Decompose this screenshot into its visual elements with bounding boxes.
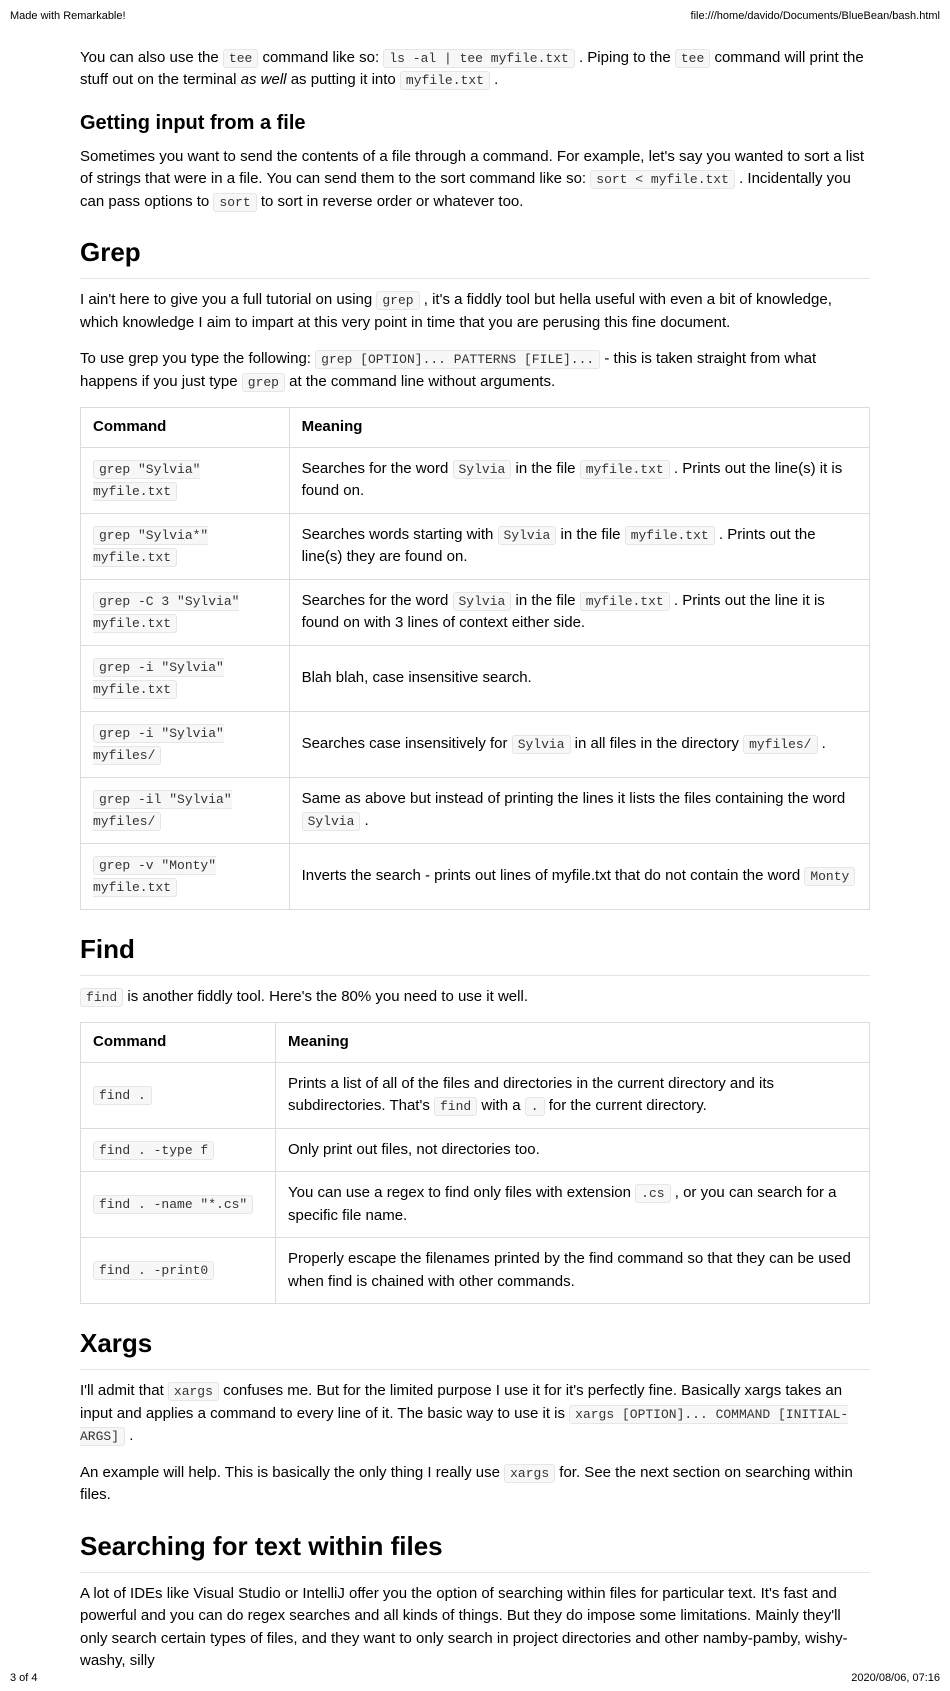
inline-code: Sylvia <box>302 812 361 831</box>
cell-command: grep -v "Monty" myfile.txt <box>81 843 290 909</box>
cell-meaning: Prints a list of all of the files and di… <box>276 1062 870 1128</box>
header-left: Made with Remarkable! <box>10 8 126 25</box>
cell-command: find . -name "*.cs" <box>81 1172 276 1238</box>
command-code: grep "Sylvia*" myfile.txt <box>93 526 208 568</box>
code-grep: grep <box>376 291 419 310</box>
grep-p2: To use grep you type the following: grep… <box>80 348 870 393</box>
code-grep-usage: grep [OPTION]... PATTERNS [FILE]... <box>315 350 600 369</box>
inline-code: Sylvia <box>453 592 512 611</box>
inline-code: . <box>525 1097 545 1116</box>
command-code: grep -C 3 "Sylvia" myfile.txt <box>93 592 239 634</box>
grep-p1: I ain't here to give you a full tutorial… <box>80 289 870 334</box>
inline-code: .cs <box>635 1184 670 1203</box>
inline-code: Sylvia <box>453 460 512 479</box>
input-file-paragraph: Sometimes you want to send the contents … <box>80 146 870 214</box>
inline-code: Sylvia <box>512 735 571 754</box>
cell-command: find . -type f <box>81 1128 276 1172</box>
table-row: grep -i "Sylvia" myfiles/Searches case i… <box>81 711 870 777</box>
command-code: find . -type f <box>93 1141 214 1160</box>
inline-code: find <box>434 1097 477 1116</box>
table-row: grep -il "Sylvia" myfiles/Same as above … <box>81 777 870 843</box>
heading-find: Find <box>80 930 870 976</box>
code-xargs-2: xargs <box>504 1464 555 1483</box>
cell-command: grep "Sylvia" myfile.txt <box>81 447 290 513</box>
cell-meaning: Inverts the search - prints out lines of… <box>289 843 869 909</box>
find-table: Command Meaning find .Prints a list of a… <box>80 1022 870 1304</box>
heading-grep: Grep <box>80 233 870 279</box>
table-row: grep -i "Sylvia" myfile.txt Blah blah, ca… <box>81 645 870 711</box>
table-row: find . -name "*.cs" You can use a regex t… <box>81 1172 870 1238</box>
table-row: grep -C 3 "Sylvia" myfile.txt Searches fo… <box>81 579 870 645</box>
header-right: file:///home/davido/Documents/BlueBean/b… <box>691 8 940 25</box>
xargs-p1: I'll admit that xargs confuses me. But f… <box>80 1380 870 1448</box>
command-code: find . -name "*.cs" <box>93 1195 253 1214</box>
inline-code: myfile.txt <box>625 526 715 545</box>
code-sort-redirect: sort < myfile.txt <box>590 170 735 189</box>
inline-code: myfile.txt <box>580 592 670 611</box>
th-meaning: Meaning <box>289 408 869 448</box>
search-p1: A lot of IDEs like Visual Studio or Inte… <box>80 1583 870 1673</box>
cell-meaning: Properly escape the filenames printed by… <box>276 1238 870 1304</box>
cell-meaning: Searches for the word Sylvia in the file… <box>289 579 869 645</box>
cell-meaning: Searches case insensitively for Sylvia i… <box>289 711 869 777</box>
table-row: find . -print0 Properly escape the filena… <box>81 1238 870 1304</box>
document-content: You can also use the tee command like so… <box>80 47 870 1673</box>
heading-searching: Searching for text within files <box>80 1527 870 1573</box>
tee-paragraph: You can also use the tee command like so… <box>80 47 870 92</box>
cell-command: find . <box>81 1062 276 1128</box>
code-ls-tee: ls -al | tee myfile.txt <box>383 49 574 68</box>
command-code: grep -i "Sylvia" myfile.txt <box>93 658 224 700</box>
th-command: Command <box>81 408 290 448</box>
page-footer: 3 of 4 2020/08/06, 07:16 <box>10 1670 940 1687</box>
cell-command: grep -i "Sylvia" myfile.txt <box>81 645 290 711</box>
table-row: find .Prints a list of all of the files … <box>81 1062 870 1128</box>
find-p1: find is another fiddly tool. Here's the … <box>80 986 870 1009</box>
command-code: grep -il "Sylvia" myfiles/ <box>93 790 232 832</box>
grep-table: Command Meaning grep "Sylvia" myfile.txt… <box>80 407 870 910</box>
code-xargs: xargs <box>168 1382 219 1401</box>
cell-meaning: You can use a regex to find only files w… <box>276 1172 870 1238</box>
footer-date: 2020/08/06, 07:16 <box>851 1670 940 1687</box>
cell-meaning: Only print out files, not directories to… <box>276 1128 870 1172</box>
cell-meaning: Same as above but instead of printing th… <box>289 777 869 843</box>
heading-xargs: Xargs <box>80 1324 870 1370</box>
command-code: grep -v "Monty" myfile.txt <box>93 856 216 898</box>
cell-command: grep -i "Sylvia" myfiles/ <box>81 711 290 777</box>
command-code: find . <box>93 1086 152 1105</box>
command-code: grep -i "Sylvia" myfiles/ <box>93 724 224 766</box>
italic-aswell: as well <box>241 71 287 88</box>
table-row: find . -type f Only print out files, not … <box>81 1128 870 1172</box>
code-find: find <box>80 988 123 1007</box>
command-code: find . -print0 <box>93 1261 214 1280</box>
inline-code: Monty <box>804 867 855 886</box>
code-myfile: myfile.txt <box>400 71 490 90</box>
cell-meaning: Searches words starting with Sylvia in t… <box>289 513 869 579</box>
code-tee-2: tee <box>675 49 710 68</box>
th-command: Command <box>81 1023 276 1063</box>
inline-code: Sylvia <box>498 526 557 545</box>
code-grep-2: grep <box>242 373 285 392</box>
table-row: grep -v "Monty" myfile.txt Inverts the se… <box>81 843 870 909</box>
cell-command: grep "Sylvia*" myfile.txt <box>81 513 290 579</box>
footer-page: 3 of 4 <box>10 1670 38 1687</box>
page-header: Made with Remarkable! file:///home/david… <box>10 8 940 29</box>
table-row: grep "Sylvia" myfile.txt Searches for the… <box>81 447 870 513</box>
xargs-p2: An example will help. This is basically … <box>80 1462 870 1507</box>
cell-meaning: Blah blah, case insensitive search. <box>289 645 869 711</box>
command-code: grep "Sylvia" myfile.txt <box>93 460 200 502</box>
th-meaning: Meaning <box>276 1023 870 1063</box>
code-sort: sort <box>213 193 256 212</box>
table-row: grep "Sylvia*" myfile.txt Searches words … <box>81 513 870 579</box>
cell-command: grep -il "Sylvia" myfiles/ <box>81 777 290 843</box>
inline-code: myfile.txt <box>580 460 670 479</box>
cell-command: grep -C 3 "Sylvia" myfile.txt <box>81 579 290 645</box>
cell-meaning: Searches for the word Sylvia in the file… <box>289 447 869 513</box>
heading-input-from-file: Getting input from a file <box>80 108 870 138</box>
code-tee: tee <box>223 49 258 68</box>
cell-command: find . -print0 <box>81 1238 276 1304</box>
inline-code: myfiles/ <box>743 735 817 754</box>
